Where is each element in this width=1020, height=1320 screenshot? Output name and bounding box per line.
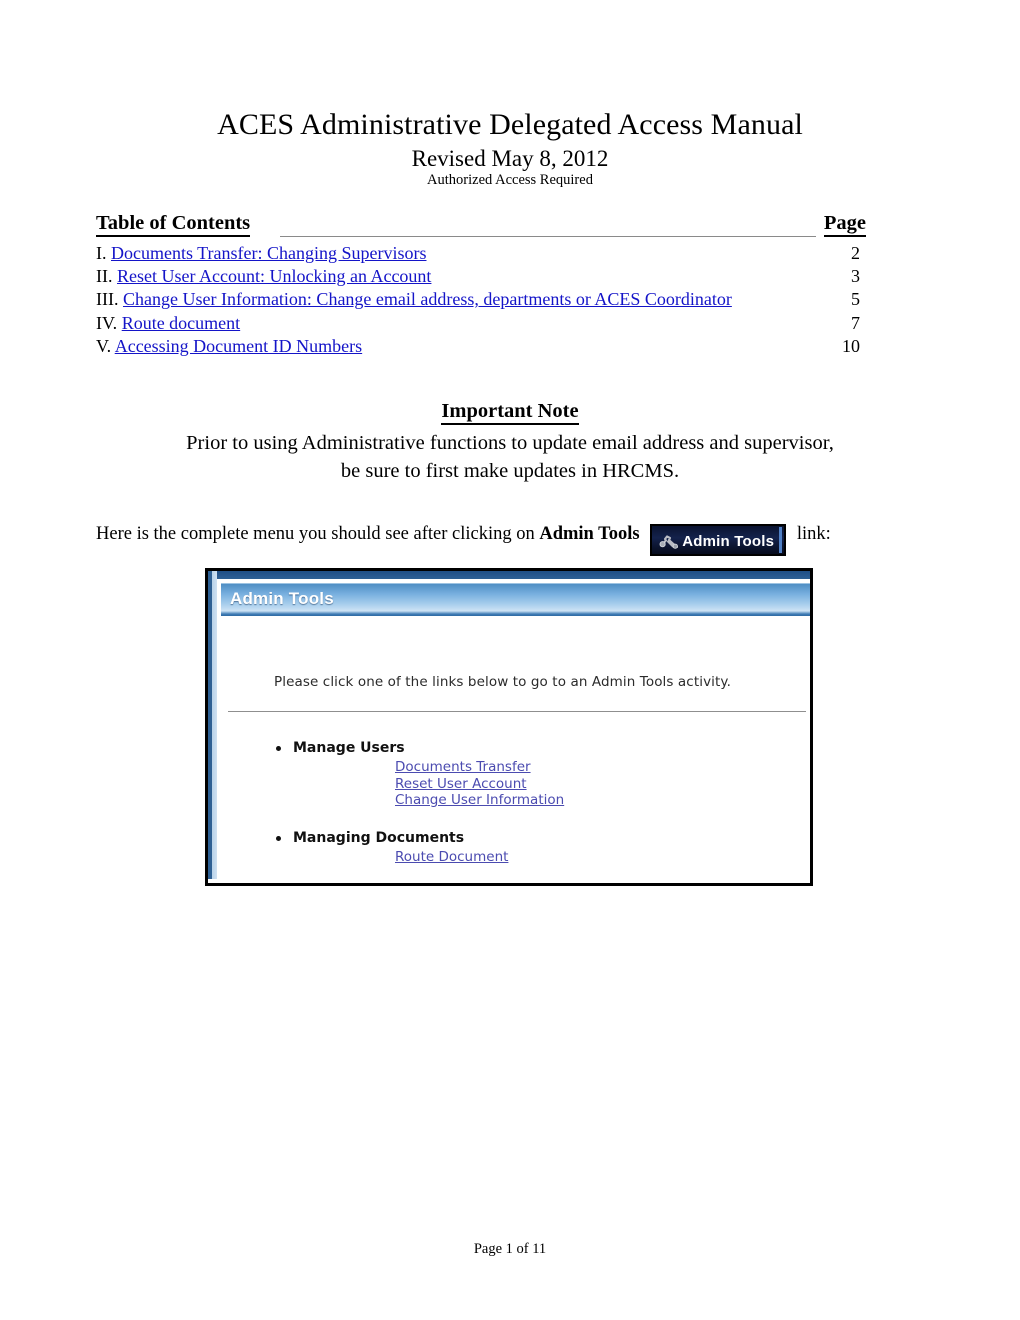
bullet-icon	[276, 835, 281, 841]
panel-menu-group-title: Manage Users	[274, 739, 754, 758]
access-notice: Authorized Access Required	[427, 172, 593, 188]
intro-text-before: Here is the complete menu you should see…	[96, 524, 540, 544]
revision-date: Revised May 8, 2012	[411, 146, 609, 171]
toc-header-row: Table of Contents Page	[96, 212, 866, 239]
panel-menu-group: Managing Documents Route Document	[274, 829, 754, 866]
intro-text-after: link:	[796, 524, 831, 544]
table-of-contents: Table of Contents Page I. Documents Tran…	[96, 212, 866, 356]
document-page: ACES Administrative Delegated Access Man…	[0, 0, 1020, 1320]
admin-tools-button-label: Admin Tools	[682, 532, 775, 550]
admin-tools-button[interactable]: Admin Tools	[650, 523, 787, 556]
toc-entry-page-number: 2	[851, 243, 860, 263]
toc-entry-page-number: 10	[842, 335, 860, 356]
toc-heading: Table of Contents	[96, 212, 251, 237]
wrench-icon	[659, 535, 679, 549]
panel-header-title: Admin Tools	[230, 589, 334, 608]
toc-entry-link[interactable]: Reset User Account: Unlocking an Account	[117, 266, 431, 286]
toc-entry-list: I. Documents Transfer: Changing Supervis…	[96, 242, 866, 358]
important-note-line-1: Prior to using Administrative functions …	[186, 432, 834, 454]
toc-entry-numeral: III.	[96, 289, 119, 310]
panel-menu-link-list: Documents Transfer Reset User Account Chan…	[274, 759, 754, 809]
toc-page-column-heading: Page	[823, 212, 866, 237]
toc-entry: V. Accessing Document ID Numbers 10	[96, 335, 866, 358]
important-note-line-2: be sure to first make updates in HRCMS.	[340, 460, 680, 482]
panel-menu-link[interactable]: Reset User Account	[395, 776, 754, 793]
toc-entry-link[interactable]: Documents Transfer: Changing Supervisors	[111, 243, 426, 263]
toc-entry-numeral: I.	[96, 243, 107, 263]
toc-entry-page-number: 3	[851, 266, 860, 287]
important-note-heading: Important Note	[0, 400, 1020, 425]
toc-entry-numeral: II.	[96, 266, 113, 287]
intro-bold-label: Admin Tools	[539, 524, 640, 544]
panel-menu-group: Manage Users Documents Transfer Reset User…	[274, 739, 754, 809]
panel-instruction-text: Please click one of the links below to g…	[274, 674, 731, 690]
panel-menu-link[interactable]: Change User Information	[395, 792, 754, 809]
panel-header-bar: Admin Tools	[221, 583, 810, 616]
toc-entry: II. Reset User Account: Unlocking an Acc…	[96, 265, 866, 288]
page-title: ACES Administrative Delegated Access Man…	[217, 108, 803, 141]
toc-entry-numeral: V.	[96, 335, 112, 356]
panel-menu-link[interactable]: Route Document	[395, 849, 754, 866]
panel-divider	[228, 711, 806, 712]
important-note-body: Prior to using Administrative functions …	[110, 429, 910, 485]
bullet-icon	[276, 746, 281, 751]
toc-entry: IV. Route document 7	[96, 312, 866, 335]
toc-entry-link[interactable]: Route document	[122, 313, 240, 333]
panel-menu-link[interactable]: Documents Transfer	[395, 759, 754, 776]
toc-header-rule	[280, 236, 816, 237]
toc-entry-link[interactable]: Change User Information: Change email ad…	[123, 289, 732, 309]
panel-menu: Manage Users Documents Transfer Reset User…	[274, 739, 754, 885]
panel-left-strip	[208, 571, 217, 879]
toc-entry-link[interactable]: Accessing Document ID Numbers	[115, 336, 362, 356]
page-footer: Page 1 of 11	[473, 1241, 547, 1257]
admin-tools-screenshot-panel: Admin Tools Please click one of the link…	[205, 568, 813, 886]
panel-menu-link-list: Route Document	[274, 849, 754, 866]
panel-menu-group-title: Managing Documents	[274, 829, 754, 848]
toc-entry-numeral: IV.	[96, 312, 118, 333]
toc-entry-page-number: 7	[851, 312, 860, 333]
intro-sentence: Here is the complete menu you should see…	[96, 522, 936, 556]
toc-entry-page-number: 5	[851, 289, 860, 310]
toc-entry: III. Change User Information: Change ema…	[96, 288, 866, 311]
toc-entry: I. Documents Transfer: Changing Supervis…	[96, 242, 866, 265]
important-note-heading-text: Important Note	[441, 400, 579, 425]
panel-top-band	[208, 571, 810, 579]
